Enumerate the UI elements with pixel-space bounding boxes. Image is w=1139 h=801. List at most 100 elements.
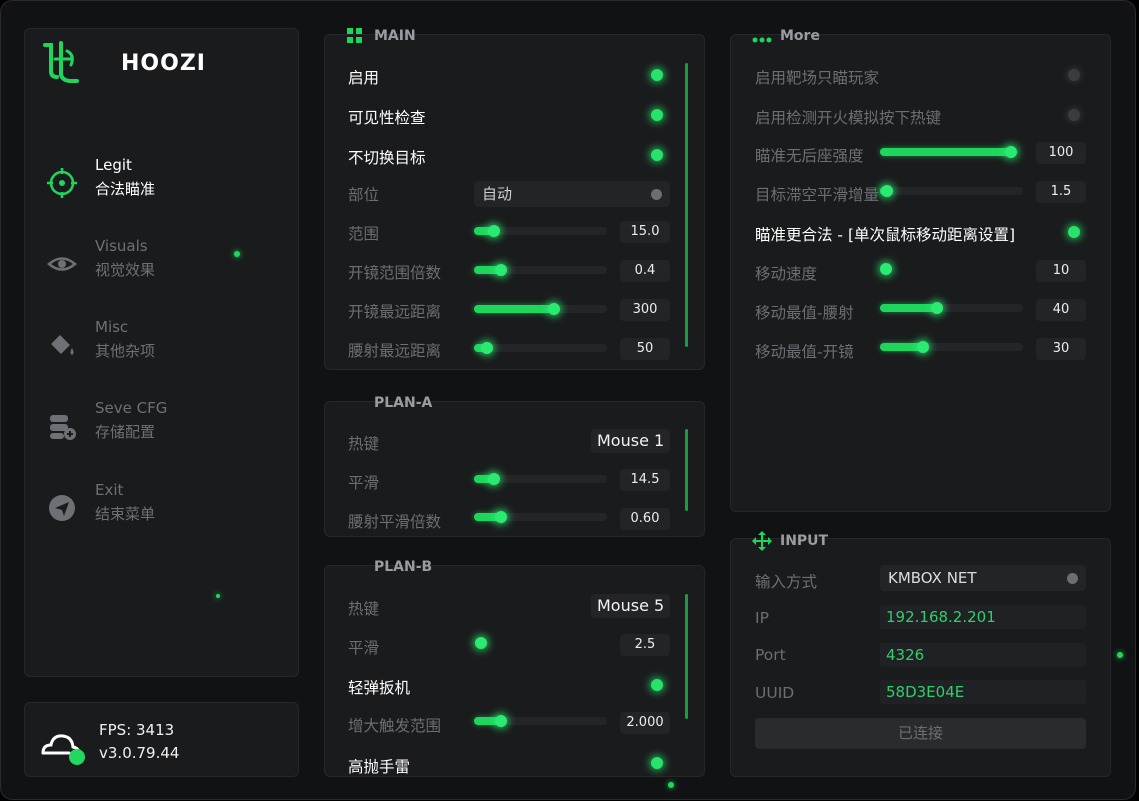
enable-toggle[interactable] — [651, 69, 663, 81]
bone-select[interactable]: 自动 — [474, 181, 670, 207]
nav-item-legit[interactable]: Legit 合法瞄准 — [45, 156, 275, 206]
ip-field[interactable]: 192.168.2.201 — [880, 605, 1086, 629]
nav-item-visuals[interactable]: Visuals 视觉效果 — [45, 237, 275, 287]
recoil-slider[interactable] — [880, 146, 1017, 158]
grenade-toggle[interactable] — [651, 757, 663, 769]
hip-dist-slider[interactable] — [474, 342, 607, 354]
visibility-check-label: 可见性检查 — [348, 109, 426, 127]
move-speed-slider[interactable] — [880, 263, 1023, 275]
more-title: More — [780, 28, 820, 44]
plan-a-smooth-label: 平滑 — [348, 474, 380, 492]
decor-dot — [668, 782, 674, 788]
send-icon — [49, 495, 75, 521]
fov-slider[interactable] — [474, 225, 607, 237]
decor-dot — [1117, 652, 1123, 658]
air-smooth-value[interactable]: 1.5 — [1036, 181, 1086, 203]
select-indicator — [651, 189, 662, 200]
trigger-range-slider[interactable] — [474, 715, 607, 727]
nav-label-en: Visuals — [95, 237, 148, 255]
visibility-check-toggle[interactable] — [651, 109, 663, 121]
scrollbar[interactable] — [685, 429, 688, 511]
plan-b-smooth-value[interactable]: 2.5 — [620, 634, 670, 656]
legit-move-label: 瞄准更合法 - [单次鼠标移动距离设置] — [755, 226, 1016, 244]
nav-item-exit[interactable]: Exit 结束菜单 — [45, 481, 275, 531]
bone-label: 部位 — [348, 186, 380, 204]
plan-b-hotkey-button[interactable]: Mouse 5 — [591, 594, 671, 618]
version-readout: v3.0.79.44 — [99, 744, 180, 762]
select-indicator — [1067, 573, 1078, 584]
nav-label-en: Legit — [95, 156, 132, 174]
ip-row: IP — [755, 607, 865, 633]
legit-move-toggle[interactable] — [1068, 226, 1080, 238]
plan-b-smooth-label: 平滑 — [348, 639, 380, 657]
legit-move-row: 瞄准更合法 - [单次鼠标移动距离设置] — [755, 221, 1085, 247]
enable-label: 启用 — [348, 69, 380, 87]
trigger-range-label: 增大触发范围 — [348, 717, 442, 735]
uuid-field[interactable]: 58D3E04E — [880, 680, 1086, 704]
nav-label-cn: 结束菜单 — [95, 505, 156, 523]
air-smooth-slider[interactable] — [880, 185, 1023, 197]
nav-item-save-cfg[interactable]: Seve CFG 存储配置 — [45, 399, 275, 449]
move-speed-label: 移动速度 — [755, 265, 818, 283]
logo-icon — [43, 41, 79, 83]
move-scope-value[interactable]: 30 — [1036, 338, 1086, 360]
move-hip-value[interactable]: 40 — [1036, 299, 1086, 321]
fire-sim-toggle[interactable] — [1068, 109, 1080, 121]
nav-label-cn: 视觉效果 — [95, 261, 156, 279]
port-label: Port — [755, 646, 786, 664]
fov-value[interactable]: 15.0 — [620, 221, 670, 243]
move-speed-value[interactable]: 10 — [1036, 260, 1086, 282]
move-hip-label: 移动最值-腰射 — [755, 304, 854, 322]
hip-dist-label: 腰射最远距离 — [348, 342, 442, 360]
method-row: 输入方式 — [755, 568, 865, 594]
plan-a-hotkey-button[interactable]: Mouse 1 — [591, 429, 671, 453]
scope-fov-slider[interactable] — [474, 264, 607, 276]
enable-row: 启用 — [348, 64, 678, 90]
plan-a-smooth-slider[interactable] — [474, 473, 607, 485]
status-text: FPS: 3413 v3.0.79.44 — [99, 719, 179, 765]
port-row: Port — [755, 644, 865, 670]
trigger-toggle[interactable] — [651, 679, 663, 691]
bone-select-value: 自动 — [482, 185, 513, 203]
plan-a-hotkey-label: 热键 — [348, 435, 380, 453]
hip-dist-value[interactable]: 50 — [620, 338, 670, 360]
range-only-row: 启用靶场只瞄玩家 — [755, 64, 1085, 90]
scrollbar[interactable] — [685, 594, 688, 719]
recoil-value[interactable]: 100 — [1036, 142, 1086, 164]
scrollbar[interactable] — [685, 63, 688, 347]
crosshair-icon — [47, 168, 77, 198]
nav-label-cn: 其他杂项 — [95, 342, 156, 360]
nav-label-en: Seve CFG — [95, 399, 168, 417]
move-hip-slider[interactable] — [880, 302, 1023, 314]
decor-dot — [216, 594, 220, 598]
no-switch-target-row: 不切换目标 — [348, 144, 678, 170]
connect-button[interactable]: 已连接 — [755, 718, 1086, 749]
decor-dot — [234, 251, 240, 257]
move-scope-label: 移动最值-开镜 — [755, 343, 854, 361]
move-scope-slider[interactable] — [880, 341, 1023, 353]
eye-icon — [47, 257, 77, 271]
plan-a-title: PLAN-A — [374, 395, 433, 411]
main-title: MAIN — [374, 28, 416, 44]
trigger-label: 轻弹扳机 — [348, 679, 411, 697]
nav-item-misc[interactable]: Misc 其他杂项 — [45, 318, 275, 368]
no-switch-target-toggle[interactable] — [651, 149, 663, 161]
port-field[interactable]: 4326 — [880, 643, 1086, 667]
trigger-range-value[interactable]: 2.000 — [620, 712, 670, 734]
scope-fov-value[interactable]: 0.4 — [620, 260, 670, 282]
uuid-row: UUID — [755, 682, 865, 708]
plan-b-hotkey-label: 热键 — [348, 600, 380, 618]
plan-a-hip-smooth-value[interactable]: 0.60 — [620, 508, 670, 530]
scope-dist-value[interactable]: 300 — [620, 299, 670, 321]
range-only-toggle[interactable] — [1068, 69, 1080, 81]
scope-dist-slider[interactable] — [474, 303, 607, 315]
nav-label-en: Exit — [95, 481, 124, 499]
save-config-icon — [50, 415, 76, 440]
ip-label: IP — [755, 609, 769, 627]
grenade-row: 高抛手雷 — [348, 753, 678, 779]
plan-a-hip-smooth-slider[interactable] — [474, 511, 607, 523]
method-select[interactable]: KMBOX NET — [880, 565, 1086, 591]
fps-readout: FPS: 3413 — [99, 721, 175, 739]
plan-b-smooth-slider[interactable] — [474, 637, 607, 649]
plan-a-smooth-value[interactable]: 14.5 — [620, 469, 670, 491]
